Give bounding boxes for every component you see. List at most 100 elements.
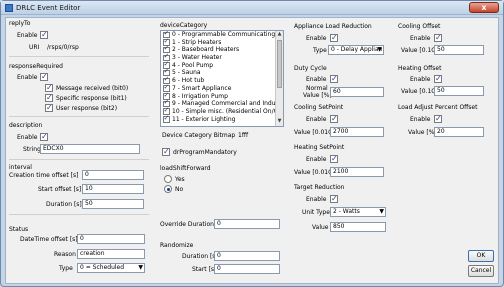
interval-heading: interval [9,164,32,171]
randomize-duration-label: Duration [s] [182,253,218,260]
reason-label: Reason [54,251,76,258]
device-category-item[interactable]: 3 - Water Heater [161,53,283,62]
device-category-label: 8 - Irrigation Pump [172,92,228,100]
loadshift-yes-radio[interactable] [164,175,172,183]
drlc-event-editor-window: DRLC Event Editor x replyTo Enable URI /… [0,0,504,287]
tr-enable-checkbox[interactable] [330,194,338,203]
co-value-label: Value [0.1C] [401,47,438,54]
tr-value-label: Value [312,224,329,231]
message-received-checkbox[interactable] [45,83,53,92]
heating-offset-heading: Heating Offset [398,65,442,72]
device-category-item[interactable]: 6 - Hot tub [161,76,283,85]
randomize-duration-field[interactable]: 0 [214,251,280,261]
user-response-checkbox[interactable] [45,103,53,112]
creation-offset-field[interactable]: 0 [82,170,144,180]
alr-enable-label: Enable [306,35,327,42]
status-type-value: 0 = Scheduled [80,264,125,271]
la-value-field[interactable]: 20 [434,127,484,137]
device-category-item[interactable]: 11 - Exterior Lighting [161,115,283,124]
status-type-select[interactable]: 0 = Scheduled ▼ [77,263,145,273]
alr-type-label: Type [313,47,327,54]
bitmap-value: 1fff [238,132,249,139]
status-heading: Status [9,226,29,233]
divider [9,159,149,160]
start-offset-field[interactable]: 10 [82,184,144,194]
divider [9,214,149,215]
la-enable-checkbox[interactable] [434,114,442,123]
device-category-item[interactable]: 1 - Strip Heaters [161,38,283,47]
hsp-value-field[interactable]: 2100 [330,167,384,177]
alr-type-value: 0 - Delay Applian [331,46,383,53]
load-adjust-heading: Load Adjust Percent Offset [398,104,478,111]
device-category-item[interactable]: 4 - Pool Pump [161,61,283,70]
reason-field[interactable]: creation [77,249,145,259]
replyto-enable-checkbox[interactable] [40,30,48,39]
scroll-up-icon[interactable]: ▲ [276,31,283,39]
status-type-label: Type [59,265,73,272]
window-title: DRLC Event Editor [16,4,81,12]
device-category-label: 11 - Exterior Lighting [172,115,236,123]
duty-enable-checkbox[interactable] [330,74,338,83]
drprogrammandatory-label: drProgramMandatory [173,149,237,156]
list-scrollbar[interactable]: ▲ ▼ [275,31,283,126]
scroll-thumb[interactable] [277,40,282,88]
device-category-item[interactable]: 7 - Smart Appliance [161,84,283,93]
device-category-label: 7 - Smart Appliance [172,84,232,92]
replyto-enable-label: Enable [17,32,38,39]
heating-setpoint-heading: Heating SetPoint [294,144,345,151]
chevron-down-icon: ▼ [138,264,143,271]
ok-button[interactable]: OK [468,250,494,262]
device-category-label: 6 - Hot tub [172,77,205,85]
description-enable-checkbox[interactable] [40,132,48,141]
tr-value-field[interactable]: 850 [330,222,386,232]
device-category-item[interactable]: 0 - Programmable Communicating [161,31,283,39]
co-value-field[interactable]: 50 [434,45,484,55]
randomize-start-field[interactable]: 0 [214,264,280,274]
ho-value-field[interactable]: 50 [434,86,484,96]
scroll-down-icon[interactable]: ▼ [276,118,283,126]
description-string-field[interactable]: EDCX0 [40,144,140,154]
specific-response-checkbox[interactable] [45,93,53,102]
override-duration-field[interactable]: 0 [214,219,280,229]
duty-value-field[interactable]: 60 [330,87,384,97]
alr-enable-checkbox[interactable] [330,33,338,42]
device-category-label: 9 - Managed Commercial and Indu [172,100,276,108]
device-category-label: 3 - Water Heater [172,54,222,62]
cooling-offset-heading: Cooling Offset [398,23,441,30]
interval-duration-field[interactable]: 50 [82,199,144,209]
duty-cycle-heading: Duty Cycle [294,65,327,72]
device-category-checkbox[interactable] [163,115,170,123]
datetime-offset-label: DateTime offset [s] [20,236,78,243]
title-bar[interactable]: DRLC Event Editor x [1,1,503,15]
divider [9,116,149,117]
ho-enable-checkbox[interactable] [434,74,442,83]
cancel-button[interactable]: Cancel [468,265,494,277]
device-category-item[interactable]: 2 - Baseboard Heaters [161,45,283,54]
device-category-item[interactable]: 10 - Simple misc. (Residential On/C [161,107,283,116]
csp-value-field[interactable]: 2700 [330,127,384,137]
csp-enable-checkbox[interactable] [330,114,338,123]
specific-response-label: Specific response (bit1) [56,95,127,102]
co-enable-checkbox[interactable] [434,33,442,42]
alr-type-select[interactable]: 0 - Delay Applian ▼ [328,45,384,55]
bitmap-label: Device Category Bitmap [162,132,236,139]
tr-unit-select[interactable]: 2 - Watts ▼ [330,207,386,217]
responserequired-enable-checkbox[interactable] [40,72,48,81]
device-category-item[interactable]: 9 - Managed Commercial and Indu [161,99,283,108]
device-category-item[interactable]: 5 - Sauna [161,69,283,77]
randomize-start-label: Start [s] [192,266,217,273]
loadshift-yes-label: Yes [175,176,185,183]
user-response-label: User response (bit2) [56,105,118,112]
co-enable-label: Enable [410,35,431,42]
device-category-list[interactable]: 0 - Programmable Communicating1 - Strip … [160,30,284,127]
loadshiftforward-heading: loadShiftForward [160,165,211,172]
hsp-enable-label: Enable [306,156,327,163]
drprogrammandatory-checkbox[interactable] [162,147,170,156]
loadshift-no-radio[interactable] [164,185,172,193]
loadshift-no-label: No [175,186,184,193]
device-category-item[interactable]: 8 - Irrigation Pump [161,92,283,101]
datetime-offset-field[interactable]: 0 [77,234,145,244]
ho-enable-label: Enable [410,76,431,83]
hsp-enable-checkbox[interactable] [330,154,338,163]
close-button[interactable]: x [469,2,499,13]
